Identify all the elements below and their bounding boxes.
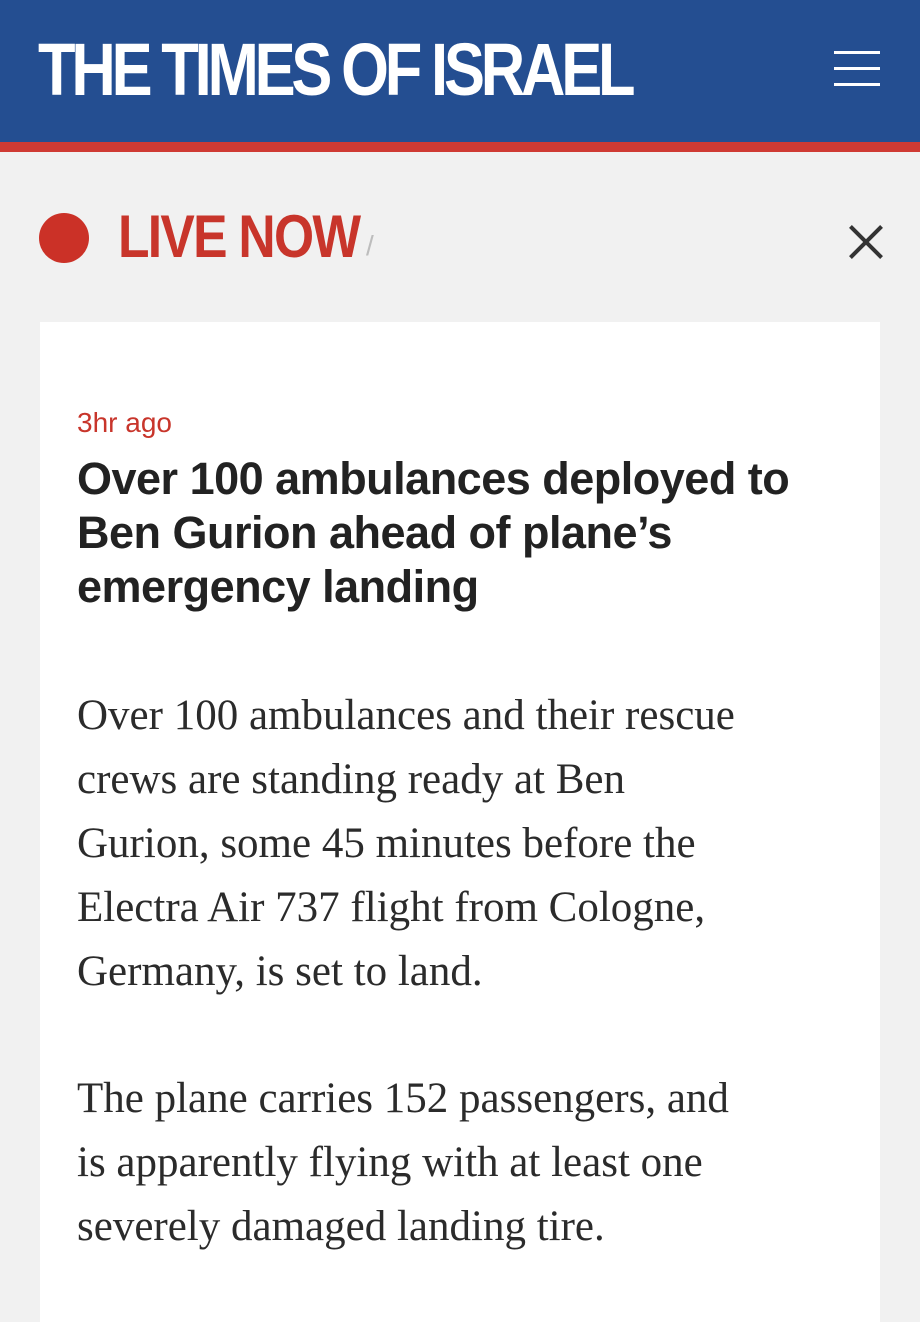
headline-line: Ben Gurion ahead of plane’s [77,507,672,558]
paragraph-line: Over 100 ambulances and their rescue [77,692,735,739]
live-now-bar: LIVE NOW / [0,152,920,322]
menu-bar [834,51,880,54]
paragraph-line: Germany, is set to land. [77,948,483,995]
headline-line: emergency landing [77,561,479,612]
headline-line: Over 100 ambulances deployed to [77,453,790,504]
paragraph-line: severely damaged landing tire. [77,1203,605,1250]
site-logo[interactable]: THE TIMES OF ISRAEL [38,20,636,120]
site-header: THE TIMES OF ISRAEL [0,0,920,142]
close-icon[interactable] [848,224,884,260]
body-paragraph: The plane carries 152 passengers, and is… [77,1067,867,1259]
hamburger-menu-icon[interactable] [834,48,882,88]
paragraph-line: crews are standing ready at Ben [77,756,626,803]
live-now-label[interactable]: LIVE NOW [118,202,361,272]
entry-headline[interactable]: Over 100 ambulances deployed to Ben Guri… [77,452,857,614]
paragraph-line: The plane carries 152 passengers, and [77,1075,729,1122]
paragraph-line: Electra Air 737 flight from Cologne, [77,884,706,931]
entry-timestamp: 3hr ago [77,407,172,438]
live-separator: / [366,230,374,261]
paragraph-line: Gurion, some 45 minutes before the [77,820,696,867]
live-blog-entry: 3hr ago Over 100 ambulances deployed to … [40,322,880,1322]
header-accent-rule [0,142,920,152]
live-dot-icon [39,213,89,263]
paragraph-line: is apparently flying with at least one [77,1139,703,1186]
body-paragraph: Over 100 ambulances and their rescue cre… [77,684,867,1004]
menu-bar [834,83,880,86]
menu-bar [834,67,880,70]
